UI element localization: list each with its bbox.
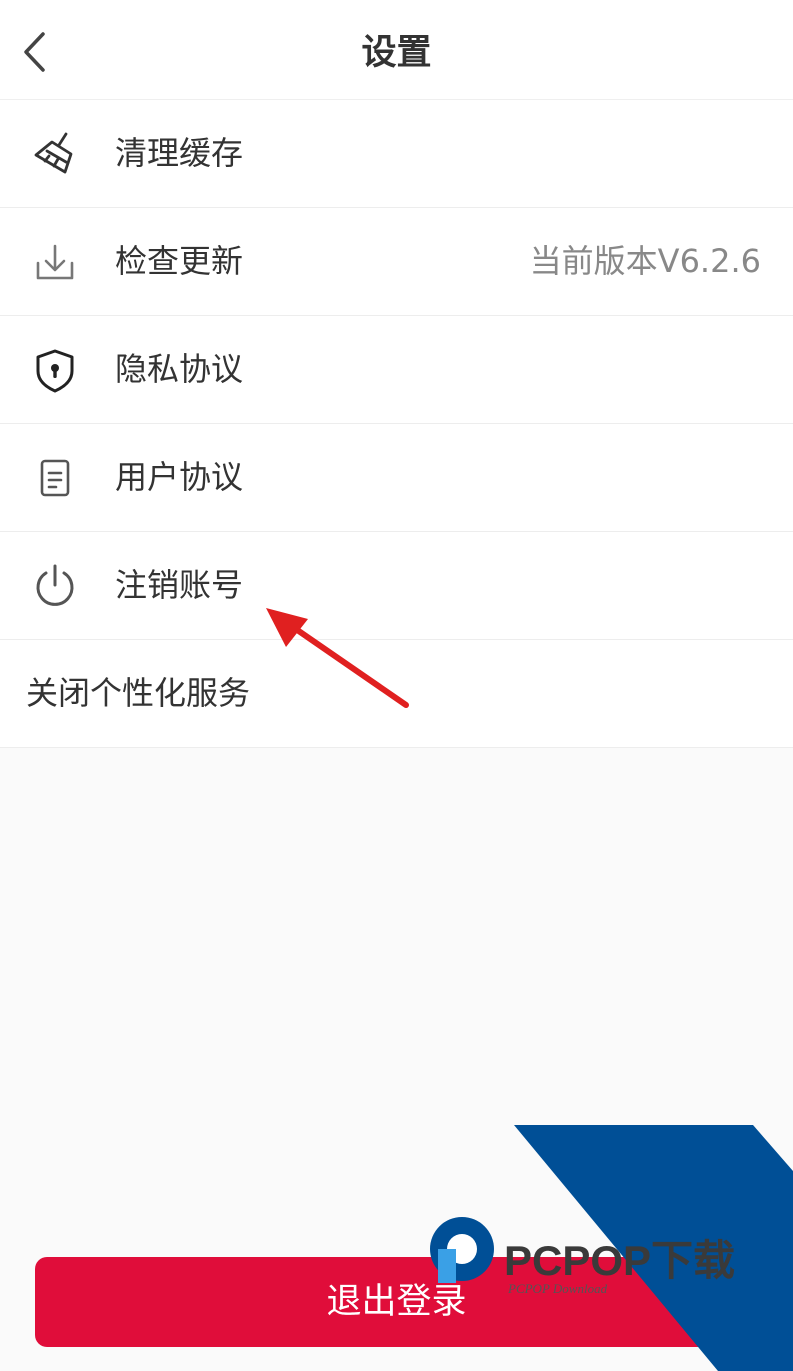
logout-button[interactable]: 退出登录 (35, 1257, 758, 1347)
power-icon (36, 564, 74, 606)
document-icon (40, 459, 70, 497)
menu-item-user-agreement[interactable]: 用户协议 (0, 424, 793, 532)
menu-item-label: 清理缓存 (115, 134, 244, 172)
broom-icon (34, 132, 73, 174)
download-icon (36, 244, 74, 280)
menu-item-cancel-account[interactable]: 注销账号 (0, 532, 793, 640)
menu-item-label: 注销账号 (115, 566, 244, 604)
menu-item-check-update[interactable]: 检查更新 当前版本V6.2.6 (0, 208, 793, 316)
menu-item-privacy-policy[interactable]: 隐私协议 (0, 316, 793, 424)
header-bar: 设置 (0, 0, 793, 100)
settings-menu: 清理缓存 检查更新 当前版本V6.2.6 隐私协议 用户协议 注销账号 关闭个性… (0, 100, 793, 748)
menu-item-close-personalization[interactable]: 关闭个性化服务 (0, 640, 793, 748)
menu-item-clear-cache[interactable]: 清理缓存 (0, 100, 793, 208)
version-text: 当前版本V6.2.6 (529, 242, 761, 280)
menu-item-label: 用户协议 (115, 458, 244, 496)
menu-item-label: 关闭个性化服务 (26, 674, 251, 712)
shield-lock-icon (36, 349, 74, 393)
page-title: 设置 (361, 33, 432, 73)
menu-item-label: 检查更新 (115, 242, 244, 280)
menu-item-label: 隐私协议 (115, 350, 244, 388)
logout-label: 退出登录 (326, 1282, 467, 1322)
